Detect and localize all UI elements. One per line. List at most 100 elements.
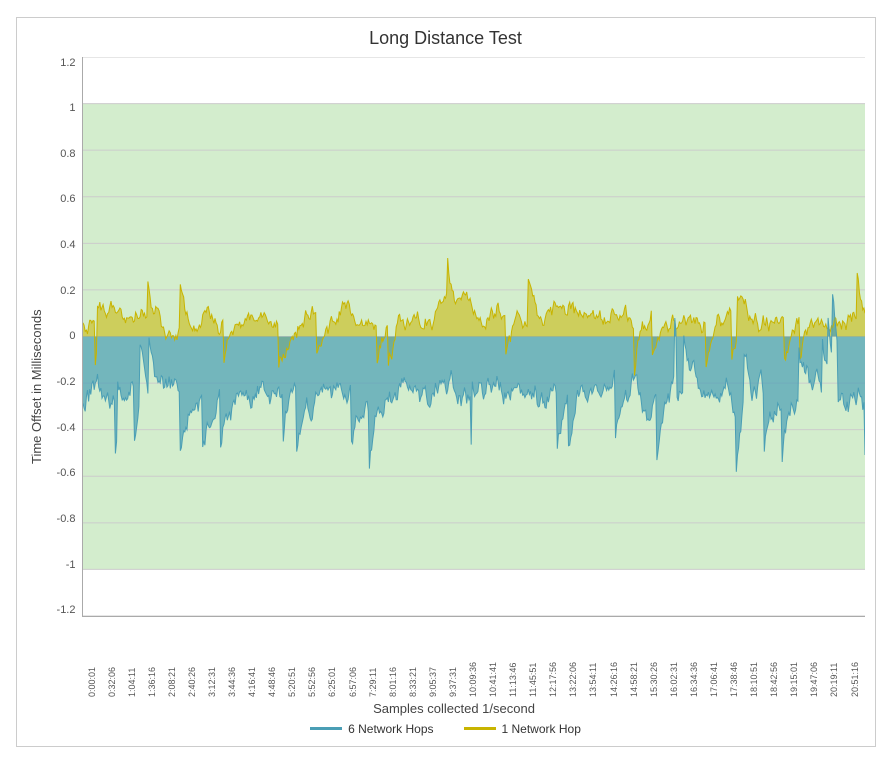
- y-tick: -0.2: [57, 376, 76, 388]
- y-tick: -1.2: [57, 604, 76, 616]
- x-axis-label: Samples collected 1/second: [44, 697, 865, 716]
- x-tick: 11:45:51: [528, 617, 538, 697]
- x-tick-wrap: 3:12:31: [202, 617, 222, 697]
- x-tick: 20:51:16: [850, 617, 860, 697]
- y-tick: -1: [66, 559, 76, 571]
- x-tick-wrap: 9:37:31: [443, 617, 463, 697]
- x-tick: 9:05:37: [428, 617, 438, 697]
- y-tick: 0.6: [60, 193, 75, 205]
- x-tick: 14:26:16: [609, 617, 619, 697]
- x-tick-wrap: 2:08:21: [162, 617, 182, 697]
- x-tick: 1:36:16: [147, 617, 157, 697]
- x-tick-wrap: 1:04:11: [122, 617, 142, 697]
- x-tick: 14:58:21: [629, 617, 639, 697]
- y-tick: 1.2: [60, 57, 75, 69]
- x-tick-wrap: 10:41:41: [483, 617, 503, 697]
- x-tick: 17:06:41: [709, 617, 719, 697]
- x-tick: 3:12:31: [207, 617, 217, 697]
- x-tick: 5:20:51: [287, 617, 297, 697]
- plot-area: [82, 57, 865, 617]
- x-tick: 20:19:11: [829, 617, 839, 697]
- x-tick: 16:02:31: [669, 617, 679, 697]
- x-tick-wrap: 19:47:06: [804, 617, 824, 697]
- x-tick: 10:41:41: [488, 617, 498, 697]
- plot-area-wrapper: 1.210.80.60.40.20-0.2-0.4-0.6-0.8-1-1.2: [44, 57, 865, 617]
- y-tick: 1: [69, 102, 75, 114]
- x-tick: 0:32:06: [107, 617, 117, 697]
- x-tick: 2:08:21: [167, 617, 177, 697]
- chart-svg: [83, 57, 865, 616]
- y-tick: 0.8: [60, 148, 75, 160]
- x-tick: 7:29:11: [368, 617, 378, 697]
- x-tick-wrap: 18:10:51: [744, 617, 764, 697]
- y-axis-label: Time Offset in Milliseconds: [27, 57, 44, 716]
- x-tick-wrap: 0:32:06: [102, 617, 122, 697]
- x-ticks-row: 0:00:01 0:32:06 1:04:11 1:36:16 2:08:21 2:40:…: [44, 617, 865, 697]
- x-tick: 3:44:36: [227, 617, 237, 697]
- x-tick-wrap: 13:54:11: [583, 617, 603, 697]
- x-tick-wrap: 6:57:06: [343, 617, 363, 697]
- legend: 6 Network Hops 1 Network Hop: [310, 722, 581, 736]
- legend-label-6hops: 6 Network Hops: [348, 722, 433, 736]
- x-tick-wrap: 11:13:46: [503, 617, 523, 697]
- y-tick: 0: [69, 330, 75, 342]
- x-tick-wrap: 11:45:51: [523, 617, 543, 697]
- x-tick: 4:48:46: [267, 617, 277, 697]
- y-ticks: 1.210.80.60.40.20-0.2-0.4-0.6-0.8-1-1.2: [44, 57, 82, 617]
- x-tick-wrap: 9:05:37: [423, 617, 443, 697]
- x-tick-wrap: 19:15:01: [784, 617, 804, 697]
- legend-item-6hops: 6 Network Hops: [310, 722, 433, 736]
- x-tick-wrap: 8:01:16: [383, 617, 403, 697]
- legend-item-1hop: 1 Network Hop: [464, 722, 581, 736]
- x-tick-wrap: 5:52:56: [302, 617, 322, 697]
- x-tick: 2:40:26: [187, 617, 197, 697]
- x-tick: 9:37:31: [448, 617, 458, 697]
- x-tick-wrap: 3:44:36: [222, 617, 242, 697]
- x-tick: 11:13:46: [508, 617, 518, 697]
- y-tick: 0.2: [60, 285, 75, 297]
- x-tick-wrap: 2:40:26: [182, 617, 202, 697]
- chart-right: 1.210.80.60.40.20-0.2-0.4-0.6-0.8-1-1.2 …: [44, 57, 865, 716]
- x-tick: 1:04:11: [127, 617, 137, 697]
- x-tick: 12:17:56: [548, 617, 558, 697]
- x-tick-wrap: 4:16:41: [242, 617, 262, 697]
- x-tick: 13:22:06: [568, 617, 578, 697]
- x-tick-wrap: 17:06:41: [704, 617, 724, 697]
- x-tick-wrap: 15:30:26: [644, 617, 664, 697]
- x-tick-wrap: 14:58:21: [624, 617, 644, 697]
- legend-line-1hop: [464, 727, 496, 730]
- chart-body: Time Offset in Milliseconds 1.2 1 0.8 0.6 0.…: [27, 57, 865, 716]
- x-tick-wrap: 20:51:16: [844, 617, 864, 697]
- x-tick-wrap: 6:25:01: [322, 617, 342, 697]
- x-tick: 6:25:01: [327, 617, 337, 697]
- x-tick-wrap: 8:33:21: [403, 617, 423, 697]
- x-tick: 5:52:56: [307, 617, 317, 697]
- x-tick: 6:57:06: [348, 617, 358, 697]
- x-tick-wrap: 16:34:36: [684, 617, 704, 697]
- x-tick-wrap: 16:02:31: [664, 617, 684, 697]
- legend-label-1hop: 1 Network Hop: [502, 722, 581, 736]
- chart-title: Long Distance Test: [369, 28, 522, 49]
- y-tick: -0.6: [57, 467, 76, 479]
- x-tick: 16:34:36: [689, 617, 699, 697]
- x-tick: 10:09:36: [468, 617, 478, 697]
- x-tick: 18:42:56: [769, 617, 779, 697]
- x-tick: 19:47:06: [809, 617, 819, 697]
- x-axis-area: 0:00:01 0:32:06 1:04:11 1:36:16 2:08:21 2:40:…: [44, 617, 865, 716]
- x-tick-wrap: 14:26:16: [604, 617, 624, 697]
- x-tick-wrap: 1:36:16: [142, 617, 162, 697]
- chart-container: Long Distance Test Time Offset in Millis…: [16, 17, 876, 747]
- x-tick-wrap: 20:19:11: [824, 617, 844, 697]
- x-tick-wrap: 10:09:36: [463, 617, 483, 697]
- x-tick: 4:16:41: [247, 617, 257, 697]
- x-tick-wrap: 0:00:01: [82, 617, 102, 697]
- x-tick-wrap: 5:20:51: [282, 617, 302, 697]
- x-tick-wrap: 4:48:46: [262, 617, 282, 697]
- legend-line-6hops: [310, 727, 342, 730]
- x-tick: 8:33:21: [408, 617, 418, 697]
- y-tick: -0.4: [57, 422, 76, 434]
- x-tick-wrap: 12:17:56: [543, 617, 563, 697]
- x-tick: 15:30:26: [649, 617, 659, 697]
- x-tick-wrap: 17:38:46: [724, 617, 744, 697]
- x-tick: 18:10:51: [749, 617, 759, 697]
